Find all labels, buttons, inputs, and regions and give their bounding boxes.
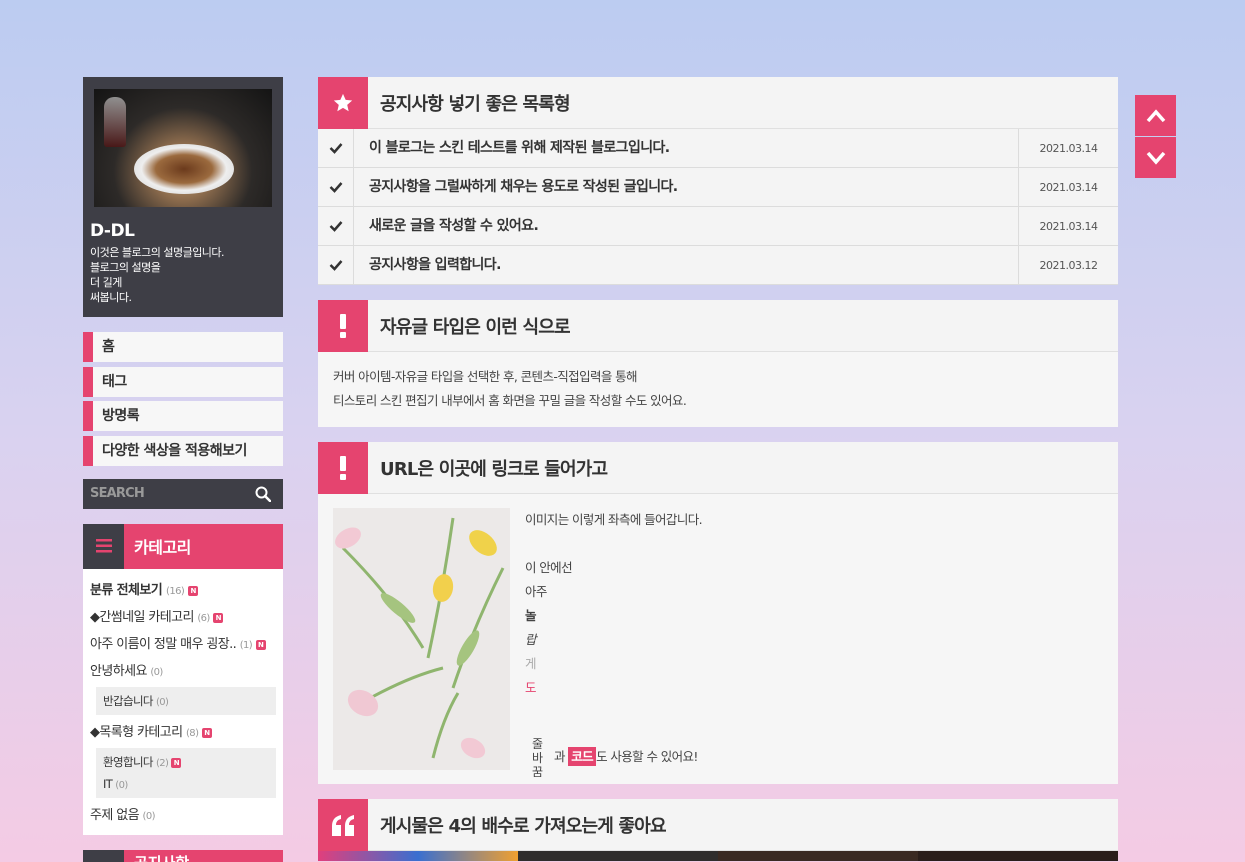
- notice-section: 공지사항 넣기 좋은 목록형 이 블로그는 스킨 테스트를 위해 제작된 블로그…: [318, 76, 1118, 285]
- gallery-header: 게시물은 4의 배수로 가져오는게 좋아요: [318, 798, 1118, 851]
- notice-row-title[interactable]: 공지사항을 입력합니다.: [354, 246, 1019, 284]
- gallery-thumb[interactable]: [518, 851, 718, 861]
- check-icon: [318, 168, 354, 206]
- category-header: 카테고리: [83, 523, 283, 569]
- chevron-up-icon: [1146, 108, 1165, 122]
- subcategory-box: 환영합니다 (2) N IT (0): [96, 747, 276, 798]
- check-icon: [318, 207, 354, 245]
- notice-row[interactable]: 이 블로그는 스킨 테스트를 위해 제작된 블로그입니다. 2021.03.14: [318, 129, 1118, 168]
- category-title: 카테고리: [134, 538, 191, 557]
- main-content: 공지사항 넣기 좋은 목록형 이 블로그는 스킨 테스트를 위해 제작된 블로그…: [318, 76, 1118, 861]
- notice-row[interactable]: 새로운 글을 작성할 수 있어요. 2021.03.14: [318, 207, 1118, 246]
- subcategory-item[interactable]: 환영합니다 (2) N: [103, 751, 269, 773]
- new-badge: N: [255, 639, 266, 650]
- category-all[interactable]: 분류 전체보기 (16) N: [90, 577, 276, 604]
- nav-item-home[interactable]: 홈: [83, 332, 283, 362]
- new-badge: N: [171, 757, 182, 768]
- new-badge: N: [188, 585, 199, 596]
- gallery-title: 게시물은 4의 배수로 가져오는게 좋아요: [380, 815, 667, 837]
- tulip-image: [333, 508, 510, 770]
- new-badge: N: [201, 727, 212, 738]
- url-title[interactable]: URL은 이곳에 링크로 들어가고: [368, 455, 608, 481]
- code-chip: 코드: [568, 747, 597, 766]
- url-section: URL은 이곳에 링크로 들어가고 이미지는 이렇게 좌측에 들어갑니다. 이 …: [318, 441, 1118, 784]
- notice-header: 공지사항 넣기 좋은 목록형: [318, 76, 1118, 129]
- category-list: 분류 전체보기 (16) N ◆간썸네일 카테고리 (6) N 아주 이름이 정…: [83, 569, 283, 835]
- gallery-section: 게시물은 4의 배수로 가져오는게 좋아요: [318, 798, 1118, 861]
- url-text: 이미지는 이렇게 좌측에 들어갑니다. 이 안에선 아주 놀 랍 게 도: [525, 512, 703, 695]
- free-header: 자유글 타입은 이런 식으로: [318, 299, 1118, 352]
- notice-row[interactable]: 공지사항을 입력합니다. 2021.03.12: [318, 246, 1118, 285]
- notice-row-title[interactable]: 새로운 글을 작성할 수 있어요.: [354, 207, 1019, 245]
- category-item[interactable]: 주제 없음 (0): [90, 802, 276, 829]
- star-icon: [318, 76, 368, 129]
- code-line: 과 코드 도 사용할 수 있어요!: [554, 747, 698, 766]
- subcategory-box: 반갑습니다 (0): [96, 686, 276, 715]
- gallery-thumb[interactable]: [718, 851, 918, 861]
- notice-row-date: 2021.03.12: [1039, 259, 1098, 272]
- url-body: 이미지는 이렇게 좌측에 들어갑니다. 이 안에선 아주 놀 랍 게 도 줄 바…: [318, 494, 1118, 784]
- widget-icon: [83, 849, 124, 862]
- exclamation-icon: [318, 441, 368, 494]
- notice-row-date: 2021.03.14: [1039, 181, 1098, 194]
- notice-row-title[interactable]: 이 블로그는 스킨 테스트를 위해 제작된 블로그입니다.: [354, 129, 1019, 167]
- vertical-text: 줄 바 꿈: [532, 737, 544, 779]
- notice-title: 공지사항 넣기 좋은 목록형: [380, 93, 571, 115]
- subcategory-item[interactable]: 반갑습니다 (0): [103, 690, 269, 712]
- gallery-strip: [318, 851, 1118, 861]
- notice-row[interactable]: 공지사항을 그럴싸하게 채우는 용도로 작성된 글입니다. 2021.03.14: [318, 168, 1118, 207]
- profile-card: D-DL 이것은 블로그의 설명글입니다. 블로그의 설명을 더 길게 써봅니다…: [83, 77, 283, 317]
- blog-description: 이것은 블로그의 설명글입니다. 블로그의 설명을 더 길게 써봅니다.: [90, 246, 225, 304]
- nav-item-colors[interactable]: 다양한 색상을 적용해보기: [83, 435, 283, 466]
- next-widget-header: 공지사항: [83, 849, 283, 862]
- chevron-down-icon: [1146, 151, 1165, 165]
- category-item[interactable]: ◆간썸네일 카테고리 (6) N: [90, 604, 276, 631]
- gallery-thumb[interactable]: [318, 851, 518, 861]
- category-item[interactable]: ◆목록형 카테고리 (8) N: [90, 719, 276, 746]
- quote-icon: [318, 798, 368, 851]
- free-section: 자유글 타입은 이런 식으로 커버 아이템-자유글 타입을 선택한 후, 콘텐츠…: [318, 299, 1118, 427]
- nav-item-guestbook[interactable]: 방명록: [83, 401, 283, 431]
- scroll-down-button[interactable]: [1135, 137, 1176, 178]
- check-icon: [318, 246, 354, 284]
- free-body: 커버 아이템-자유글 타입을 선택한 후, 콘텐츠-직접입력을 통해 티스토리 …: [318, 352, 1118, 427]
- free-title: 자유글 타입은 이런 식으로: [380, 316, 571, 338]
- subcategory-item[interactable]: IT (0): [103, 773, 269, 795]
- notice-row-title[interactable]: 공지사항을 그럴싸하게 채우는 용도로 작성된 글입니다.: [354, 168, 1019, 206]
- notice-row-date: 2021.03.14: [1039, 142, 1098, 155]
- next-widget-title: 공지사항: [124, 850, 189, 862]
- gallery-thumb[interactable]: [918, 851, 1118, 861]
- scroll-up-button[interactable]: [1135, 95, 1176, 136]
- exclamation-icon: [318, 299, 368, 352]
- search-input[interactable]: [83, 478, 243, 509]
- search-icon[interactable]: [255, 486, 271, 502]
- notice-row-date: 2021.03.14: [1039, 220, 1098, 233]
- profile-image: [94, 89, 272, 207]
- category-item[interactable]: 아주 이름이 정말 매우 굉장.. (1) N: [90, 631, 276, 658]
- sidebar-nav: 홈 태그 방명록 다양한 색상을 적용해보기: [83, 332, 283, 466]
- search-bar: [83, 478, 283, 509]
- menu-icon: [83, 523, 124, 569]
- blog-name[interactable]: D-DL: [90, 221, 272, 241]
- check-icon: [318, 129, 354, 167]
- url-header: URL은 이곳에 링크로 들어가고: [318, 441, 1118, 494]
- new-badge: N: [213, 612, 224, 623]
- category-item[interactable]: 안녕하세요 (0): [90, 658, 276, 685]
- sidebar: D-DL 이것은 블로그의 설명글입니다. 블로그의 설명을 더 길게 써봅니다…: [83, 77, 283, 862]
- category-box: 카테고리 분류 전체보기 (16) N ◆간썸네일 카테고리 (6) N 아주 …: [83, 523, 283, 835]
- nav-item-tag[interactable]: 태그: [83, 366, 283, 397]
